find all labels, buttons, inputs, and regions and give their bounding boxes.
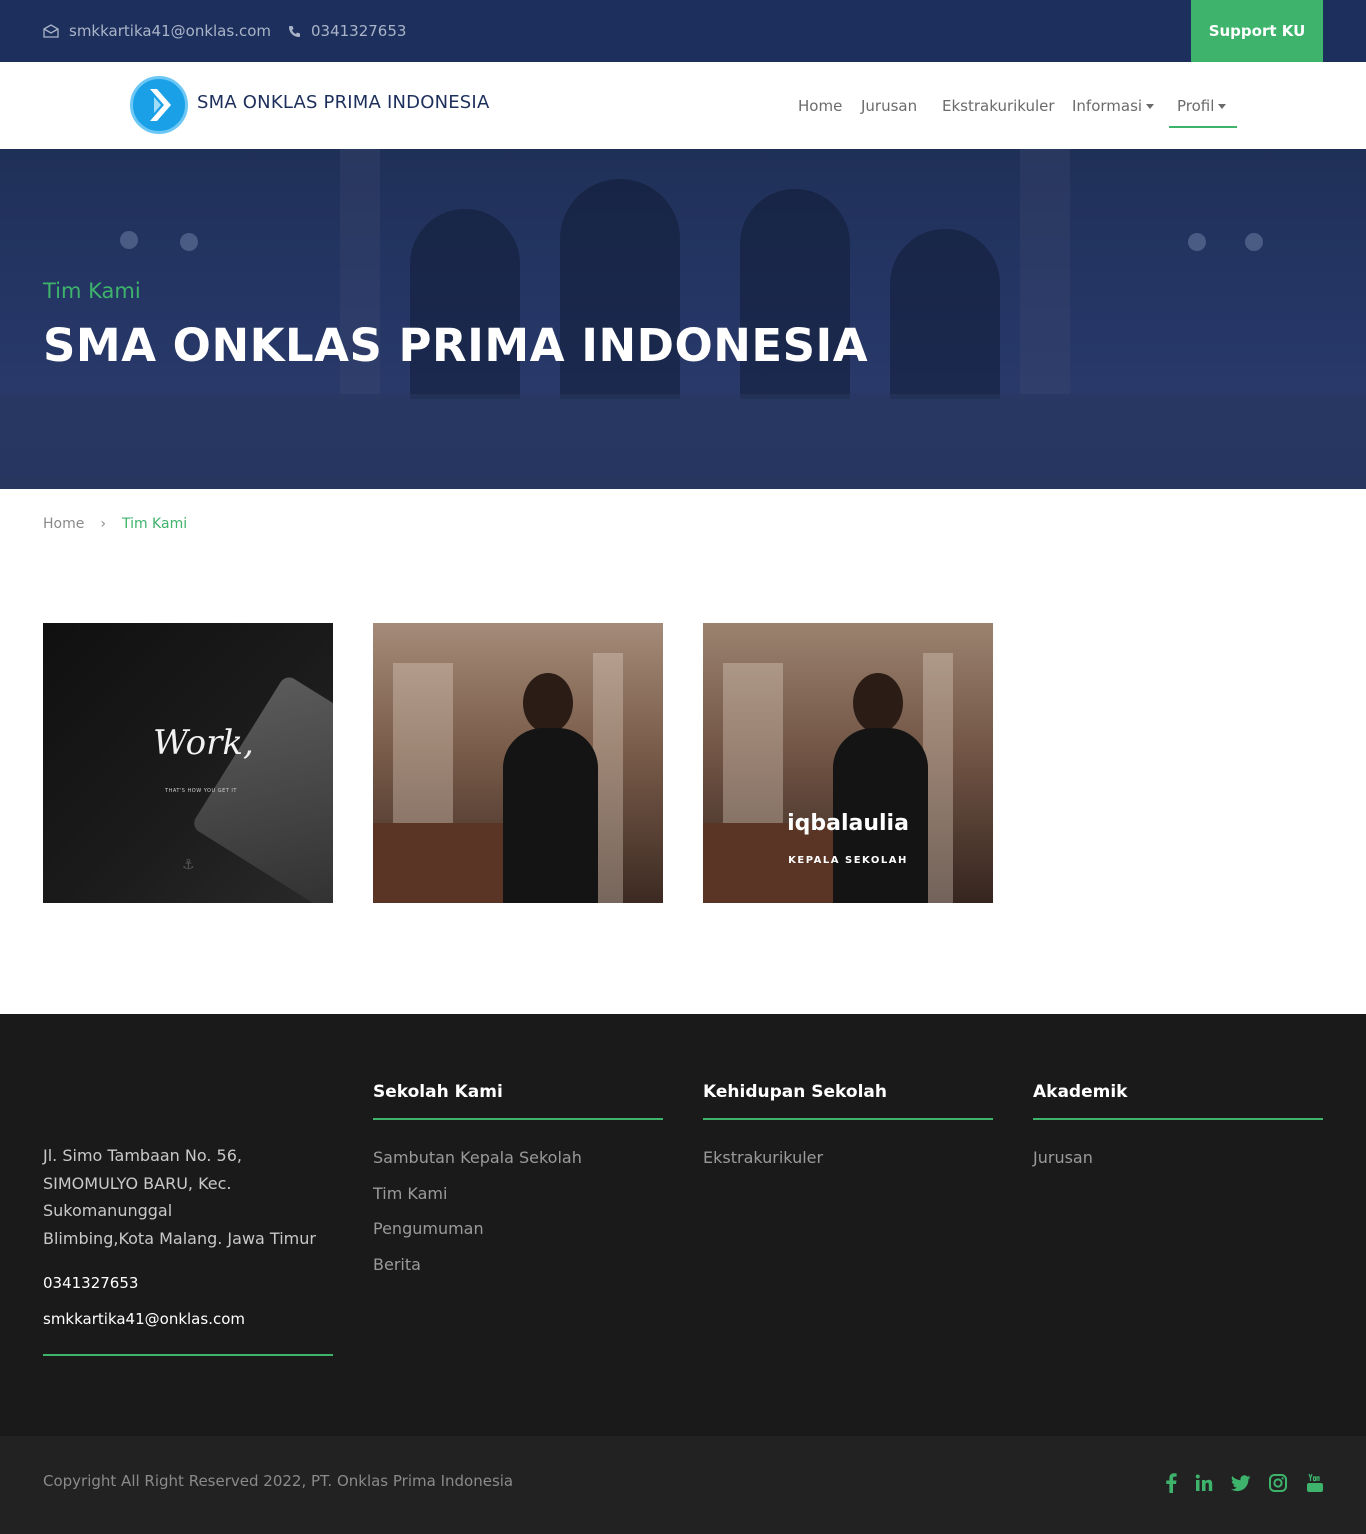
- phone-icon: [289, 25, 300, 37]
- topbar-email[interactable]: smkkartika41@onklas.com: [43, 0, 271, 62]
- nav-ekstrakurikuler[interactable]: Ekstrakurikuler: [942, 62, 1055, 149]
- nav-active-indicator: [1169, 126, 1237, 128]
- footer-divider: [43, 1354, 333, 1356]
- card-image-text: Work,: [153, 723, 254, 763]
- nav-jurusan[interactable]: Jurusan: [861, 62, 917, 149]
- team-member-name: iqbalaulia: [787, 811, 909, 836]
- anchor-icon: ⚓: [182, 857, 195, 873]
- footer-column-underline: [373, 1118, 663, 1120]
- hero-bg-ground: [0, 394, 1366, 489]
- envelope-icon: [43, 24, 59, 38]
- brand-name[interactable]: SMA ONKLAS PRIMA INDONESIA: [197, 92, 489, 113]
- footer-column-underline: [1033, 1118, 1323, 1120]
- footer-column-title: Kehidupan Sekolah: [703, 1082, 887, 1102]
- nav-profil-label: Profil: [1177, 96, 1215, 115]
- topbar-email-text: smkkartika41@onklas.com: [69, 22, 271, 40]
- hero-title: SMA ONKLAS PRIMA INDONESIA: [43, 319, 869, 372]
- hero-bg-lamp: [1245, 233, 1263, 251]
- breadcrumb-home[interactable]: Home: [43, 516, 84, 532]
- footer-address-line: Sukomanunggal: [43, 1201, 173, 1220]
- footer-column-underline: [703, 1118, 993, 1120]
- breadcrumb-separator: ›: [100, 516, 106, 532]
- facebook-icon[interactable]: [1160, 1472, 1182, 1494]
- caret-down-icon: [1146, 103, 1155, 109]
- photo-person-body: [503, 728, 598, 903]
- copyright-text: Copyright All Right Reserved 2022, PT. O…: [43, 1472, 514, 1490]
- footer-email[interactable]: smkkartika41@onklas.com: [43, 1310, 245, 1328]
- footer-column-title: Akademik: [1033, 1082, 1128, 1102]
- nav-informasi-label: Informasi: [1072, 96, 1143, 115]
- footer-column-kehidupan-sekolah: Kehidupan Sekolah Ekstrakurikuler: [703, 1082, 993, 1184]
- team-card[interactable]: [373, 623, 663, 903]
- topbar-phone[interactable]: 0341327653: [288, 0, 406, 62]
- page-hero: Tim Kami SMA ONKLAS PRIMA INDONESIA: [0, 149, 1366, 489]
- breadcrumb-current: Tim Kami: [121, 516, 188, 532]
- footer-link[interactable]: Sambutan Kepala Sekolah: [373, 1148, 663, 1184]
- footer-phone[interactable]: 0341327653: [43, 1274, 138, 1292]
- photo-person-head: [853, 673, 903, 733]
- nav-jurusan-label: Jurusan: [861, 96, 918, 115]
- hero-bg-lamp: [180, 233, 198, 251]
- top-bar: smkkartika41@onklas.com 0341327653 Suppo…: [0, 0, 1366, 62]
- footer-column-title: Sekolah Kami: [373, 1082, 503, 1102]
- nav-home[interactable]: Home: [798, 62, 842, 149]
- hero-bg-arch: [890, 229, 1000, 399]
- hero-subtitle: Tim Kami: [43, 279, 141, 303]
- footer-address-line: Blimbing,Kota Malang. Jawa Timur: [43, 1228, 316, 1248]
- footer-link[interactable]: Pengumuman: [373, 1219, 663, 1255]
- caret-down-icon: [1218, 103, 1227, 109]
- twitter-icon[interactable]: [1230, 1472, 1252, 1494]
- nav-home-label: Home: [798, 96, 843, 115]
- nav-profil-dropdown[interactable]: Profil: [1177, 62, 1227, 149]
- card-image-caption: THAT'S HOW YOU GET IT: [165, 788, 237, 794]
- footer-column-akademik: Akademik Jurusan: [1033, 1082, 1323, 1184]
- nav-ekstrakurikuler-label: Ekstrakurikuler: [942, 96, 1055, 115]
- team-member-role: KEPALA SEKOLAH: [788, 855, 908, 866]
- photo-person-head: [523, 673, 573, 733]
- copyright-bar: Copyright All Right Reserved 2022, PT. O…: [0, 1436, 1366, 1534]
- photo-bg-table: [373, 823, 503, 903]
- photo-bg-wall: [393, 663, 453, 843]
- hero-bg-lamp: [1188, 233, 1206, 251]
- footer-address: Jl. Simo Tambaan No. 56, SIMOMULYO BARU,…: [43, 1142, 333, 1252]
- instagram-icon[interactable]: [1267, 1472, 1289, 1494]
- footer-link[interactable]: Berita: [373, 1255, 663, 1291]
- hero-bg-pillar: [1020, 149, 1070, 399]
- footer-link[interactable]: Ekstrakurikuler: [703, 1148, 993, 1184]
- footer-link[interactable]: Jurusan: [1033, 1148, 1323, 1184]
- footer: Jl. Simo Tambaan No. 56, SIMOMULYO BARU,…: [0, 1014, 1366, 1436]
- youtube-icon[interactable]: [1304, 1472, 1326, 1494]
- footer-address-line: Jl. Simo Tambaan No. 56,: [43, 1146, 242, 1165]
- support-button[interactable]: Support KU: [1191, 0, 1323, 62]
- main-navbar: SMA ONKLAS PRIMA INDONESIA Home Jurusan …: [0, 62, 1366, 149]
- footer-address-line: SIMOMULYO BARU, Kec.: [43, 1173, 232, 1193]
- topbar-phone-text: 0341327653: [311, 22, 407, 40]
- logo-chevron-icon: [150, 89, 171, 121]
- school-logo[interactable]: [130, 76, 188, 134]
- breadcrumb: Home › Tim Kami: [43, 516, 187, 532]
- team-card[interactable]: Work, THAT'S HOW YOU GET IT ⚓: [43, 623, 333, 903]
- hero-bg-lamp: [120, 231, 138, 249]
- team-card-kepala-sekolah[interactable]: iqbalaulia KEPALA SEKOLAH: [703, 623, 993, 903]
- nav-informasi-dropdown[interactable]: Informasi: [1072, 62, 1155, 149]
- linkedin-icon[interactable]: [1193, 1472, 1215, 1494]
- footer-link[interactable]: Tim Kami: [373, 1184, 663, 1220]
- footer-column-sekolah-kami: Sekolah Kami Sambutan Kepala Sekolah Tim…: [373, 1082, 663, 1290]
